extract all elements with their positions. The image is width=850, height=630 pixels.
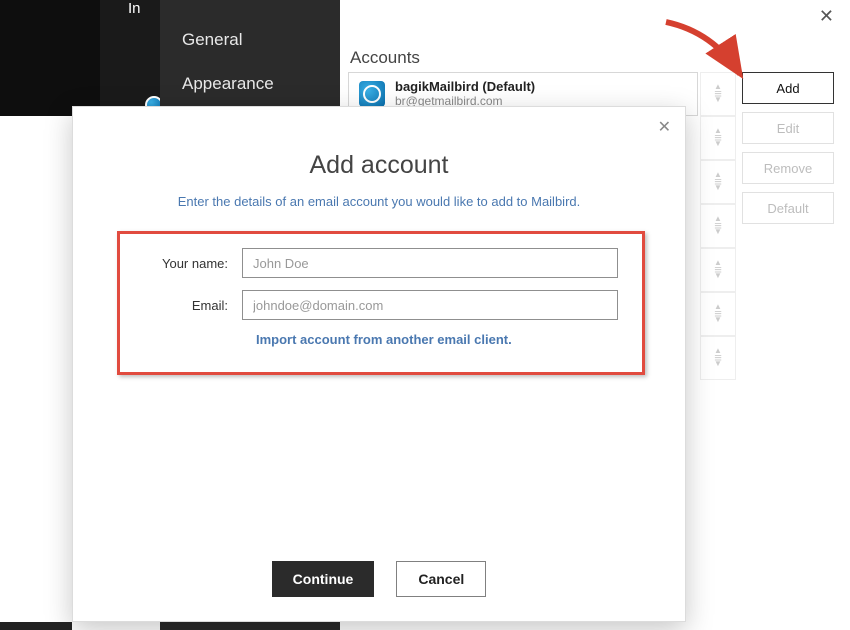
account-actions: Add Edit Remove Default xyxy=(742,72,834,232)
add-account-dialog: ✕ Add account Enter the details of an em… xyxy=(72,106,686,622)
reorder-column: ▲≡▼ ▲≡▼ ▲≡▼ ▲≡▼ ▲≡▼ ▲≡▼ ▲≡▼ xyxy=(700,72,736,380)
email-input[interactable] xyxy=(242,290,618,320)
remove-button[interactable]: Remove xyxy=(742,152,834,184)
truncated-title: In xyxy=(128,0,141,17)
sidebar-item-appearance[interactable]: Appearance xyxy=(160,62,340,106)
reorder-handle[interactable]: ▲≡▼ xyxy=(700,336,736,380)
reorder-handle[interactable]: ▲≡▼ xyxy=(700,160,736,204)
cancel-button[interactable]: Cancel xyxy=(396,561,486,597)
app-dark-strip-inner xyxy=(0,0,100,116)
accounts-heading: Accounts xyxy=(350,48,420,68)
dialog-buttons: Continue Cancel xyxy=(73,561,685,597)
reorder-handle[interactable]: ▲≡▼ xyxy=(700,72,736,116)
reorder-handle[interactable]: ▲≡▼ xyxy=(700,292,736,336)
app-dark-strip: In xyxy=(0,0,160,116)
continue-button[interactable]: Continue xyxy=(272,561,375,597)
form-highlight-box: Your name: Email: Import account from an… xyxy=(117,231,645,375)
dialog-close-icon[interactable]: ✕ xyxy=(658,117,671,137)
name-input[interactable] xyxy=(242,248,618,278)
reorder-handle[interactable]: ▲≡▼ xyxy=(700,204,736,248)
name-label: Your name: xyxy=(144,256,242,271)
edit-button[interactable]: Edit xyxy=(742,112,834,144)
mailbird-account-icon xyxy=(359,81,385,107)
reorder-handle[interactable]: ▲≡▼ xyxy=(700,116,736,160)
close-icon[interactable]: ✕ xyxy=(819,6,834,27)
default-button[interactable]: Default xyxy=(742,192,834,224)
sidebar-item-general[interactable]: General xyxy=(160,18,340,62)
email-label: Email: xyxy=(144,298,242,313)
import-account-link[interactable]: Import account from another email client… xyxy=(256,332,618,347)
reorder-handle[interactable]: ▲≡▼ xyxy=(700,248,736,292)
dialog-title: Add account xyxy=(73,151,685,180)
add-button[interactable]: Add xyxy=(742,72,834,104)
account-text: bagikMailbird (Default) br@getmailbird.c… xyxy=(395,80,535,109)
account-name: bagikMailbird (Default) xyxy=(395,80,535,95)
bottom-strip xyxy=(0,622,72,630)
dialog-subtitle: Enter the details of an email account yo… xyxy=(73,194,685,209)
